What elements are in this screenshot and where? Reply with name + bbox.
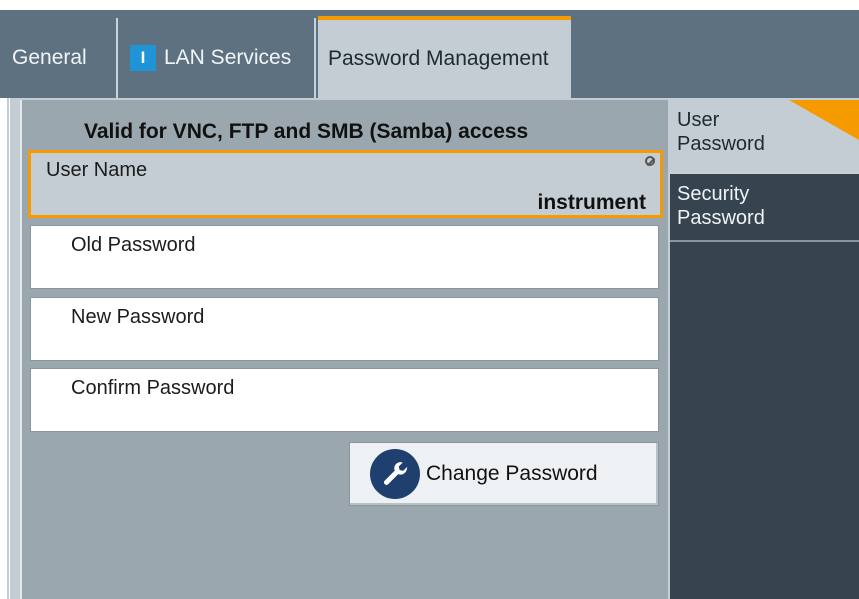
tab-password-management[interactable]: Password Management xyxy=(318,16,571,98)
new-password-label: New Password xyxy=(71,306,205,328)
window-top-strip xyxy=(0,0,859,10)
old-password-label: Old Password xyxy=(71,234,196,256)
side-item-user-password[interactable]: User Password xyxy=(670,100,859,172)
tab-bar: General I LAN Services Password Manageme… xyxy=(0,10,859,98)
section-title: Valid for VNC, FTP and SMB (Samba) acces… xyxy=(84,120,529,143)
tab-lan-services-label: LAN Services xyxy=(164,46,292,69)
left-edge xyxy=(0,98,10,599)
change-password-button[interactable]: Change Password xyxy=(349,442,659,506)
username-value: instrument xyxy=(537,191,646,214)
old-password-field[interactable]: Old Password xyxy=(30,225,659,289)
info-icon: I xyxy=(130,45,156,71)
tab-general[interactable]: General xyxy=(0,18,118,98)
tab-lan-services[interactable]: I LAN Services xyxy=(120,18,316,98)
side-item-security-password[interactable]: Security Password xyxy=(670,172,859,242)
side-menu: User Password Security Password xyxy=(670,100,859,599)
confirm-password-label: Confirm Password xyxy=(71,377,235,399)
password-form: Valid for VNC, FTP and SMB (Samba) acces… xyxy=(20,100,668,599)
new-password-field[interactable]: New Password xyxy=(30,297,659,361)
wrench-icon xyxy=(370,449,420,499)
change-password-label: Change Password xyxy=(426,462,598,485)
username-field[interactable]: User Name instrument xyxy=(28,150,663,218)
side-item-security-password-line1: Security xyxy=(677,183,750,205)
confirm-password-field[interactable]: Confirm Password xyxy=(30,368,659,432)
lock-icon xyxy=(645,156,655,166)
tab-password-management-label: Password Management xyxy=(328,47,549,70)
side-item-security-password-line2: Password xyxy=(677,207,765,229)
active-corner-marker xyxy=(789,100,859,140)
tab-general-label: General xyxy=(12,46,87,69)
username-label: User Name xyxy=(46,159,148,181)
